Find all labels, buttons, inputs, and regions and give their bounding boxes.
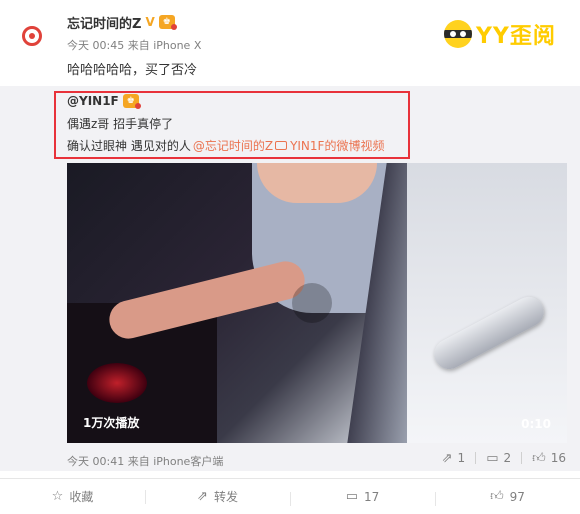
post-toolbar: ☆ 收藏 ⇗ 转发 ▭ 17 👍︎ 97: [0, 478, 580, 514]
video-frame-door: [407, 163, 567, 443]
repost-button[interactable]: ⇗ 转发: [145, 488, 290, 505]
mention-link[interactable]: @忘记时间的Z: [193, 137, 273, 154]
play-icon[interactable]: [292, 283, 332, 323]
divider: [475, 452, 477, 464]
favorite-label: 收藏: [69, 490, 94, 504]
repost-author-name[interactable]: @YIN1F: [67, 94, 119, 108]
repost-icon: ⇗: [441, 450, 453, 466]
post-meta: 今天 00:45 来自 iPhone X: [67, 39, 202, 52]
video-camera-icon: [275, 141, 288, 150]
avatar-target-icon: [22, 26, 42, 46]
repost-text-line1: 偶遇z哥 招手真停了: [67, 117, 174, 131]
member-badge-icon[interactable]: ♚: [122, 94, 141, 109]
repost-author-line: @YIN1F ♚: [67, 94, 141, 109]
video-duration: 0:10: [521, 417, 551, 431]
post-text: 哈哈哈哈哈，买了否冷: [67, 63, 198, 78]
repost-repost-action[interactable]: ⇗ 1: [442, 451, 466, 465]
comment-button[interactable]: ▭ 17: [290, 489, 435, 506]
video-player[interactable]: 1万次播放 0:10: [67, 163, 567, 443]
yy-mascot-icon: [444, 20, 472, 48]
repost-line2-text: 确认过眼神 遇见对的人: [67, 139, 191, 153]
like-count: 97: [509, 489, 525, 504]
repost-label: 转发: [213, 490, 238, 504]
repost-like-count: 16: [550, 451, 566, 465]
like-button[interactable]: 👍︎ 97: [435, 489, 580, 506]
repost-icon: ⇗: [197, 489, 208, 504]
member-badge-icon[interactable]: ♚: [158, 15, 177, 30]
logo-text: YY歪阅: [476, 24, 556, 49]
video-view-count: 1万次播放: [83, 416, 140, 430]
repost-comment-action[interactable]: ▭ 2: [486, 451, 511, 465]
repost-like-action[interactable]: 👍︎ 16: [532, 451, 566, 465]
comment-count: 17: [364, 489, 380, 504]
verified-icon: V: [145, 15, 155, 29]
favorite-button[interactable]: ☆ 收藏: [0, 488, 145, 505]
post-author-name[interactable]: 忘记时间的Z: [67, 13, 141, 32]
comment-icon: ▭: [486, 450, 499, 466]
repost-repost-count: 1: [457, 451, 466, 465]
post-author-line: 忘记时间的Z V ♚: [67, 13, 177, 32]
thumbs-up-icon: 👍︎: [532, 450, 546, 466]
repost-text-line2: 确认过眼神 遇见对的人 @忘记时间的Z YIN1F的微博视频: [67, 137, 384, 154]
divider: [521, 452, 523, 464]
video-link-label: YIN1F的微博视频: [290, 139, 385, 153]
thumbs-up-icon: 👍︎: [490, 489, 504, 504]
yy-logo: YY歪阅: [444, 19, 556, 49]
comment-icon: ▭: [345, 489, 358, 504]
video-link[interactable]: YIN1F的微博视频: [275, 137, 384, 154]
repost-meta: 今天 00:41 来自 iPhone客户端: [67, 455, 224, 468]
video-frame-light: [87, 363, 147, 403]
repost-comment-count: 2: [503, 451, 512, 465]
author-avatar[interactable]: [14, 18, 50, 54]
repost-actions: ⇗ 1 ▭ 2 👍︎ 16: [442, 451, 566, 465]
star-icon: ☆: [51, 489, 64, 504]
